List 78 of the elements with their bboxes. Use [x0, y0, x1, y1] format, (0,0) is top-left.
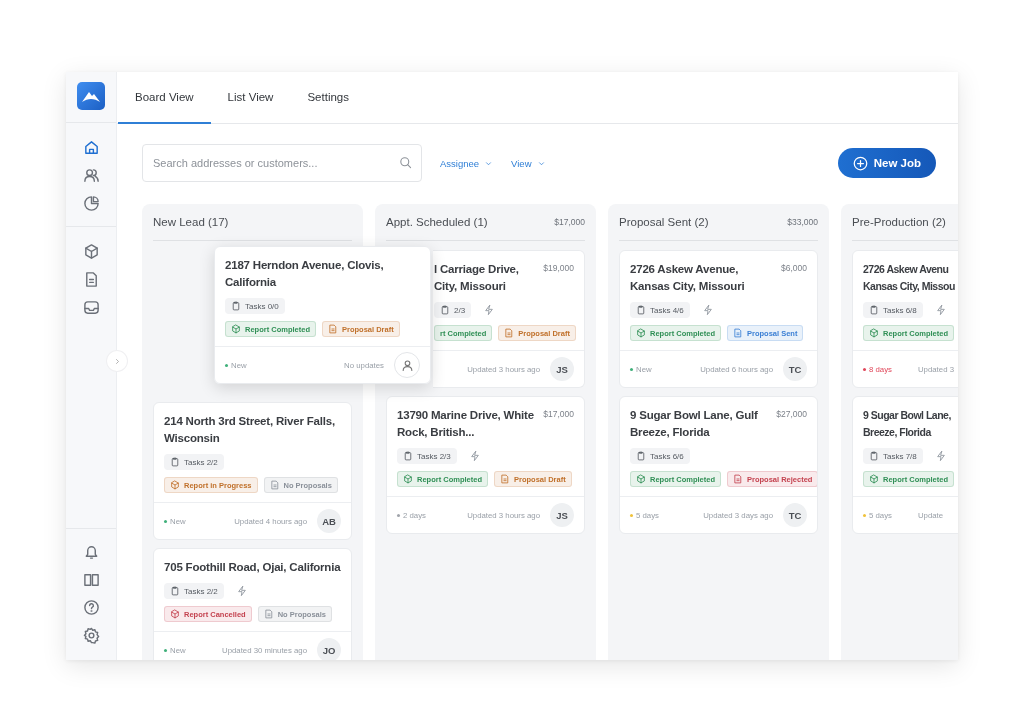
document-icon — [504, 328, 515, 338]
clipboard-icon — [869, 451, 879, 461]
collapse-toggle[interactable] — [107, 351, 127, 371]
user-avatar: AB — [317, 509, 341, 533]
tasks-chip: Tasks 2/2 — [164, 583, 224, 599]
column-title: Pre-Production (2) — [852, 216, 946, 228]
new-job-button[interactable]: New Job — [837, 148, 936, 178]
cube-icon — [636, 328, 646, 338]
view-tab[interactable]: List View — [210, 72, 291, 124]
job-address: 214 North 3rd Street, River Falls, Wisconsin — [164, 414, 336, 446]
job-address: l Carriage Drive, City, Missouri — [434, 262, 520, 294]
clipboard-icon — [231, 301, 241, 311]
tasks-chip: Tasks 0/0 — [225, 298, 285, 314]
tasks-chip: Tasks 2/2 — [164, 454, 224, 470]
cube-icon — [231, 324, 241, 334]
tasks-chip: Tasks 6/6 — [630, 448, 690, 464]
people-icon[interactable] — [82, 167, 100, 184]
tasks-chip: Tasks 4/6 — [630, 302, 690, 318]
tasks-chip: Tasks 2/3 — [397, 448, 457, 464]
column-title: New Lead (17) — [153, 216, 229, 228]
person-icon — [400, 358, 414, 372]
document-icon — [733, 328, 743, 338]
help-icon[interactable] — [82, 599, 100, 616]
inbox-icon[interactable] — [82, 299, 100, 316]
document-icon — [733, 474, 743, 484]
document-icon — [269, 480, 280, 490]
job-address: 2726 Askew Avenue, Kansas City, Missouri — [630, 262, 746, 294]
job-amount: $27,000 — [776, 409, 807, 419]
plus-icon — [852, 155, 868, 171]
pie-chart-icon[interactable] — [82, 195, 100, 212]
clipboard-icon — [869, 305, 879, 315]
tasks-chip: Tasks 7/8 — [863, 448, 923, 464]
user-avatar: JO — [317, 638, 341, 660]
clipboard-icon — [170, 457, 180, 467]
clipboard-icon — [403, 451, 413, 461]
column-total: $17,000 — [554, 217, 585, 227]
job-address: 2187 Herndon Avenue, Clovis, California — [225, 258, 385, 290]
clipboard-icon — [440, 305, 450, 315]
view-tab[interactable]: Settings — [290, 72, 366, 124]
job-address: 9 Sugar Bowl Lane, Gulf Breeze, Florida — [630, 408, 759, 440]
job-address: 9 Sugar Bowl Lane, Breeze, Florida — [863, 408, 952, 440]
job-amount: $6,000 — [781, 263, 807, 273]
cube-icon — [170, 480, 180, 490]
cube-icon[interactable] — [82, 243, 100, 260]
cube-icon — [636, 474, 646, 484]
user-avatar: TC — [783, 503, 807, 527]
job-address: 705 Foothill Road, Ojai, California — [164, 560, 341, 575]
document-icon — [500, 474, 510, 484]
tasks-chip: Tasks 6/8 — [863, 302, 923, 318]
cube-icon — [170, 609, 180, 619]
clipboard-icon — [636, 305, 646, 315]
job-amount: $17,000 — [543, 409, 574, 419]
user-avatar: JS — [550, 357, 574, 381]
column-title: Appt. Scheduled (1) — [386, 216, 488, 228]
cube-icon — [869, 474, 879, 484]
job-address: 2726 Askew Avenu Kansas City, Missou — [863, 262, 956, 294]
home-icon[interactable] — [82, 139, 100, 156]
user-avatar: JS — [550, 503, 574, 527]
column-total: $33,000 — [787, 217, 818, 227]
clipboard-icon — [636, 451, 646, 461]
cube-icon — [403, 474, 413, 484]
filter-dropdown[interactable]: Assignee — [440, 157, 494, 169]
search-icon — [399, 156, 412, 169]
settings-icon[interactable] — [82, 627, 100, 644]
cube-icon — [869, 328, 879, 338]
filter-dropdown[interactable]: View — [511, 157, 546, 169]
search-field[interactable]: Search addresses or customers... — [142, 144, 422, 182]
column-title: Proposal Sent (2) — [619, 216, 709, 228]
job-amount: $19,000 — [543, 263, 574, 273]
document-icon — [328, 324, 338, 334]
logo-icon[interactable] — [77, 82, 105, 110]
book-icon[interactable] — [82, 571, 100, 588]
user-avatar: TC — [783, 357, 807, 381]
document-icon — [263, 609, 274, 619]
job-address: 13790 Marine Drive, White Rock, British... — [397, 408, 535, 440]
tasks-chip: 2/3 — [434, 302, 472, 318]
view-tab[interactable]: Board View — [118, 72, 211, 124]
clipboard-icon — [170, 586, 180, 596]
